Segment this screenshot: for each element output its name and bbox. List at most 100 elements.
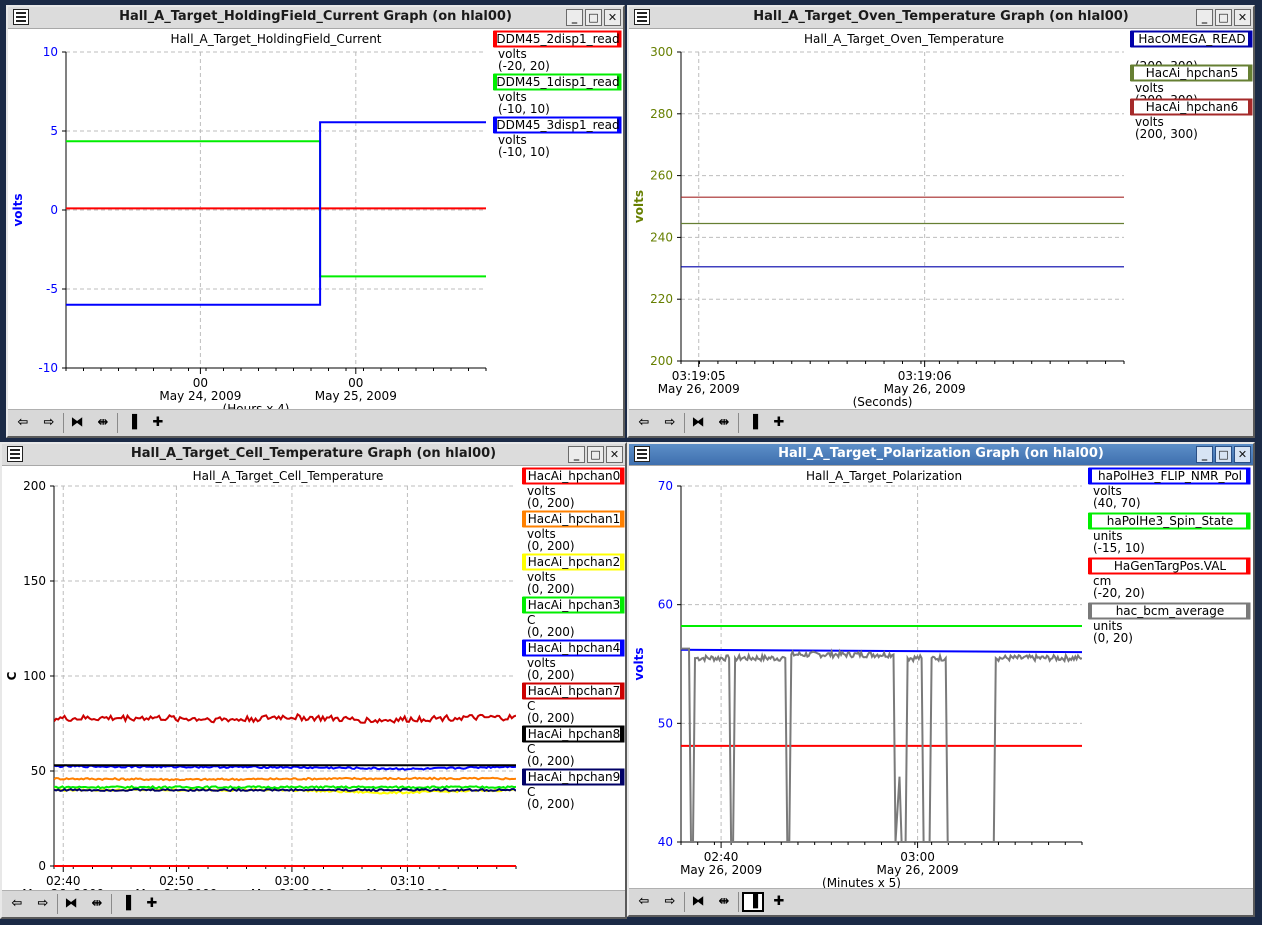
minimize-button[interactable]: _ bbox=[1196, 446, 1213, 463]
y-tick-label: -5 bbox=[46, 282, 58, 296]
legend-name: HaGenTargPos.VAL bbox=[1114, 559, 1227, 573]
legend-entry[interactable]: HacAi_hpchan8C(0, 200) bbox=[522, 725, 625, 768]
close-button[interactable]: ✕ bbox=[606, 446, 623, 463]
left-margin-button[interactable]: ▐ bbox=[115, 894, 137, 914]
legend-entry[interactable]: DDM45_2disp1_readvolts(-20, 20) bbox=[493, 30, 622, 73]
zoom-in-button[interactable]: ⧓ bbox=[687, 413, 709, 433]
legend-entry[interactable]: haPolHe3_FLIP_NMR_Polvolts(40, 70) bbox=[1088, 467, 1251, 510]
y-tick-label: 220 bbox=[650, 292, 673, 306]
chart-holdingfield[interactable]: Hall_A_Target_HoldingField_Current -10 -5 0… bbox=[8, 29, 623, 413]
legend-entry[interactable]: hac_bcm_averageunits(0, 20) bbox=[1088, 602, 1251, 645]
toolbar-separator bbox=[63, 413, 64, 433]
left-margin-button[interactable]: ▐ bbox=[121, 413, 143, 433]
left-margin-icon: ▐ bbox=[127, 415, 137, 430]
maximize-button[interactable]: □ bbox=[1215, 446, 1232, 463]
chart-cell-temperature[interactable]: Hall_A_Target_Cell_Temperature 0 50 100 150 2… bbox=[2, 466, 625, 894]
legend-marker bbox=[1088, 468, 1092, 484]
zoom-in-button[interactable]: ⧓ bbox=[66, 413, 88, 433]
arrow-left-button[interactable]: ⇦ bbox=[12, 413, 34, 433]
legend-entry[interactable]: DDM45_3disp1_readvolts(-10, 10) bbox=[493, 116, 622, 159]
legend-range: (-20, 20) bbox=[1093, 586, 1145, 600]
graph-toolbar: ⇦ ⇨ ⧓ ⇼ ▐ ✚ bbox=[629, 409, 1253, 436]
legend-name: HacAi_hpchan5 bbox=[1146, 66, 1239, 80]
maximize-button[interactable]: □ bbox=[587, 446, 604, 463]
zoom-out-button[interactable]: ⇼ bbox=[713, 892, 735, 912]
left-margin-button[interactable]: ▐ bbox=[742, 413, 764, 433]
legend-range: (0, 200) bbox=[527, 496, 575, 510]
graph-toolbar: ⇦ ⇨ ⧓ ⇼ ▐ ✚ bbox=[2, 890, 625, 917]
y-tick-label: 5 bbox=[50, 124, 58, 138]
window-titlebar[interactable]: Hall_A_Target_Oven_Temperature Graph (on… bbox=[629, 7, 1253, 29]
legend-name: hac_bcm_average bbox=[1116, 604, 1225, 618]
zoom-out-button[interactable]: ⇼ bbox=[86, 894, 108, 914]
series-line bbox=[54, 712, 516, 724]
legend-marker bbox=[620, 511, 624, 527]
legend-entry[interactable]: HacAi_hpchan4volts(0, 200) bbox=[522, 639, 625, 682]
minimize-button[interactable]: _ bbox=[566, 9, 583, 26]
plus-button[interactable]: ✚ bbox=[141, 894, 163, 914]
plus-button[interactable]: ✚ bbox=[147, 413, 169, 433]
legend-marker bbox=[522, 726, 526, 742]
arrow-right-button[interactable]: ⇨ bbox=[659, 413, 681, 433]
plus-button[interactable]: ✚ bbox=[768, 413, 790, 433]
y-axis-label: volts bbox=[11, 193, 25, 226]
legend-entry[interactable]: HacAi_hpchan2volts(0, 200) bbox=[522, 553, 625, 596]
left-margin-button[interactable]: ▐ bbox=[742, 892, 764, 912]
legend-name: HacAi_hpchan9 bbox=[528, 770, 621, 784]
y-tick-label: 10 bbox=[43, 45, 58, 59]
arrow-right-button[interactable]: ⇨ bbox=[659, 892, 681, 912]
minimize-button[interactable]: _ bbox=[568, 446, 585, 463]
window-title: Hall_A_Target_Polarization Graph (on hla… bbox=[778, 446, 1104, 461]
x-tick-date: May 26, 2009 bbox=[680, 863, 762, 877]
close-button[interactable]: ✕ bbox=[604, 9, 621, 26]
x-tick-date: May 26, 2009 bbox=[658, 382, 740, 396]
close-button[interactable]: ✕ bbox=[1234, 446, 1251, 463]
y-tick-label: 150 bbox=[23, 574, 46, 588]
legend-entry[interactable]: HacAi_hpchan0volts(0, 200) bbox=[522, 467, 625, 510]
legend-entry[interactable]: HacAi_hpchan7C(0, 200) bbox=[522, 682, 625, 725]
zoom-out-button[interactable]: ⇼ bbox=[92, 413, 114, 433]
legend-entry[interactable]: DDM45_1disp1_readvolts(-10, 10) bbox=[493, 73, 622, 116]
legend-entry[interactable]: HacAi_hpchan1volts(0, 200) bbox=[522, 510, 625, 553]
y-tick-label: 40 bbox=[658, 835, 673, 849]
plus-button[interactable]: ✚ bbox=[768, 892, 790, 912]
maximize-button[interactable]: □ bbox=[1215, 9, 1232, 26]
legend-entry[interactable]: HacAi_hpchan6volts(200, 300) bbox=[1130, 98, 1253, 141]
x-tick-label: 02:40 bbox=[46, 874, 81, 888]
zoom-in-button[interactable]: ⧓ bbox=[687, 892, 709, 912]
chart-polarization[interactable]: Hall_A_Target_Polarization4050607002:40M… bbox=[629, 466, 1253, 892]
legend-marker bbox=[1246, 513, 1250, 529]
legend-entry[interactable]: HacAi_hpchan3C(0, 200) bbox=[522, 596, 625, 639]
x-axis-label: (Seconds) bbox=[853, 395, 913, 409]
x-tick-label: 03:19:05 bbox=[672, 369, 726, 383]
arrow-right-button[interactable]: ⇨ bbox=[38, 413, 60, 433]
arrow-right-button[interactable]: ⇨ bbox=[32, 894, 54, 914]
close-button[interactable]: ✕ bbox=[1234, 9, 1251, 26]
chart-oven-temperature[interactable]: Hall_A_Target_Oven_Temperature 200 220 240 2… bbox=[629, 29, 1253, 413]
plus-icon: ✚ bbox=[152, 415, 164, 430]
minimize-button[interactable]: _ bbox=[1196, 9, 1213, 26]
graph-toolbar: ⇦ ⇨ ⧓ ⇼ ▐ ✚ bbox=[8, 409, 623, 436]
arrow-left-button[interactable]: ⇦ bbox=[633, 892, 655, 912]
legend-entry[interactable]: haPolHe3_Spin_Stateunits(-15, 10) bbox=[1088, 512, 1251, 555]
y-tick-label: 240 bbox=[650, 230, 673, 244]
legend-marker bbox=[1130, 99, 1134, 115]
y-tick-label: 0 bbox=[50, 203, 58, 217]
zoom-out-button[interactable]: ⇼ bbox=[713, 413, 735, 433]
maximize-button[interactable]: □ bbox=[585, 9, 602, 26]
legend-entry[interactable]: HaGenTargPos.VALcm(-20, 20) bbox=[1088, 557, 1251, 600]
legend-name: haPolHe3_FLIP_NMR_Pol bbox=[1098, 469, 1242, 483]
window-titlebar[interactable]: Hall_A_Target_Cell_Temperature Graph (on… bbox=[2, 444, 625, 466]
series-line bbox=[681, 648, 1082, 654]
x-tick-date: May 25, 2009 bbox=[315, 389, 397, 403]
legend-name: DDM45_2disp1_read bbox=[496, 32, 619, 46]
legend-entry[interactable]: HacAi_hpchan9C(0, 200) bbox=[522, 768, 625, 811]
window-titlebar[interactable]: Hall_A_Target_Polarization Graph (on hla… bbox=[629, 444, 1253, 466]
arrow-left-button[interactable]: ⇦ bbox=[633, 413, 655, 433]
y-tick-label: 280 bbox=[650, 107, 673, 121]
legend-name: DDM45_3disp1_read bbox=[496, 118, 619, 132]
zoom-in-button[interactable]: ⧓ bbox=[60, 894, 82, 914]
arrow-left-button[interactable]: ⇦ bbox=[6, 894, 28, 914]
window-titlebar[interactable]: Hall_A_Target_HoldingField_Current Graph… bbox=[8, 7, 623, 29]
chart-title: Hall_A_Target_Polarization bbox=[806, 469, 962, 483]
